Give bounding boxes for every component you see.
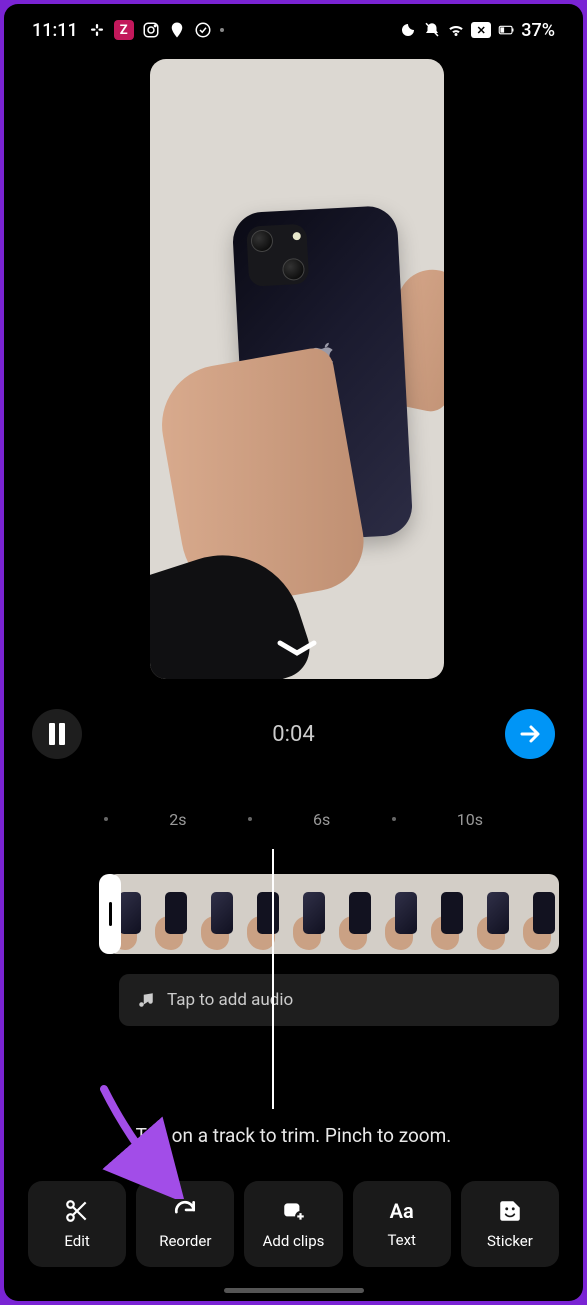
next-button[interactable] [505, 709, 555, 759]
add-clips-button[interactable]: Add clips [244, 1181, 342, 1267]
text-button[interactable]: Aa Text [353, 1181, 451, 1267]
status-time: 11:11 [32, 20, 78, 41]
frame-thumb [337, 874, 383, 954]
reorder-icon [172, 1198, 198, 1224]
status-left-group: 11:11 Z [32, 20, 224, 41]
text-label: Text [387, 1231, 416, 1249]
reorder-label: Reorder [159, 1232, 211, 1250]
data-saver-icon: ✕ [471, 22, 491, 38]
help-text: Tap on a track to trim. Pinch to zoom. [4, 1124, 583, 1147]
z-app-icon: Z [114, 20, 134, 40]
ruler-dot [392, 817, 396, 821]
preview-content [150, 59, 444, 679]
chevron-down-icon[interactable] [276, 639, 318, 663]
status-dot-icon [220, 28, 224, 32]
battery-icon [497, 21, 515, 39]
edit-button[interactable]: Edit [28, 1181, 126, 1267]
frame-thumb [475, 874, 521, 954]
frame-thumb [429, 874, 475, 954]
video-track[interactable] [107, 874, 559, 954]
add-audio-button[interactable]: Tap to add audio [119, 974, 559, 1026]
timeline[interactable]: Tap to add audio [4, 849, 583, 1109]
status-app-icons: Z [88, 20, 224, 40]
battery-text: 37% [521, 20, 555, 41]
frame-thumb [245, 874, 291, 954]
frame-thumb [153, 874, 199, 954]
add-clips-label: Add clips [263, 1232, 325, 1250]
video-preview[interactable] [150, 59, 444, 679]
scissors-icon [64, 1198, 90, 1224]
trim-handle-left[interactable] [99, 874, 121, 954]
slack-icon [88, 21, 106, 39]
instagram-icon [142, 21, 160, 39]
playback-controls: 0:04 [4, 704, 583, 764]
edit-toolbar: Edit Reorder Add clips Aa Text Sticker [28, 1181, 559, 1267]
frame-thumb [291, 874, 337, 954]
pause-icon [47, 723, 67, 745]
music-note-icon [137, 991, 155, 1009]
location-icon [168, 21, 186, 39]
ruler-dot [104, 817, 108, 821]
edit-label: Edit [64, 1232, 89, 1250]
ruler-mark-6s: 6s [313, 810, 330, 829]
status-bar: 11:11 Z [4, 14, 583, 46]
frame-thumb [521, 874, 559, 954]
device-frame: 11:11 Z [4, 4, 583, 1301]
wifi-icon [447, 21, 465, 39]
frame-thumb [383, 874, 429, 954]
camera-module [246, 224, 309, 287]
pause-button[interactable] [32, 709, 82, 759]
status-right-group: ✕ 37% [399, 20, 555, 41]
sticker-button[interactable]: Sticker [461, 1181, 559, 1267]
sticker-label: Sticker [487, 1232, 533, 1250]
sync-icon [194, 21, 212, 39]
reorder-button[interactable]: Reorder [136, 1181, 234, 1267]
home-indicator[interactable] [224, 1288, 364, 1293]
ruler-dot [248, 817, 252, 821]
mute-icon [423, 21, 441, 39]
playhead[interactable] [272, 849, 274, 1109]
ruler-mark-2s: 2s [169, 810, 186, 829]
text-icon: Aa [390, 1199, 414, 1223]
playback-time: 0:04 [272, 722, 314, 747]
time-ruler: 2s 6s 10s [4, 804, 583, 834]
arrow-right-icon [518, 722, 542, 746]
ruler-mark-10s: 10s [457, 810, 483, 829]
frame-thumb [199, 874, 245, 954]
dnd-icon [399, 21, 417, 39]
add-audio-label: Tap to add audio [167, 990, 293, 1010]
add-clips-icon [281, 1198, 307, 1224]
sticker-icon [497, 1198, 523, 1224]
